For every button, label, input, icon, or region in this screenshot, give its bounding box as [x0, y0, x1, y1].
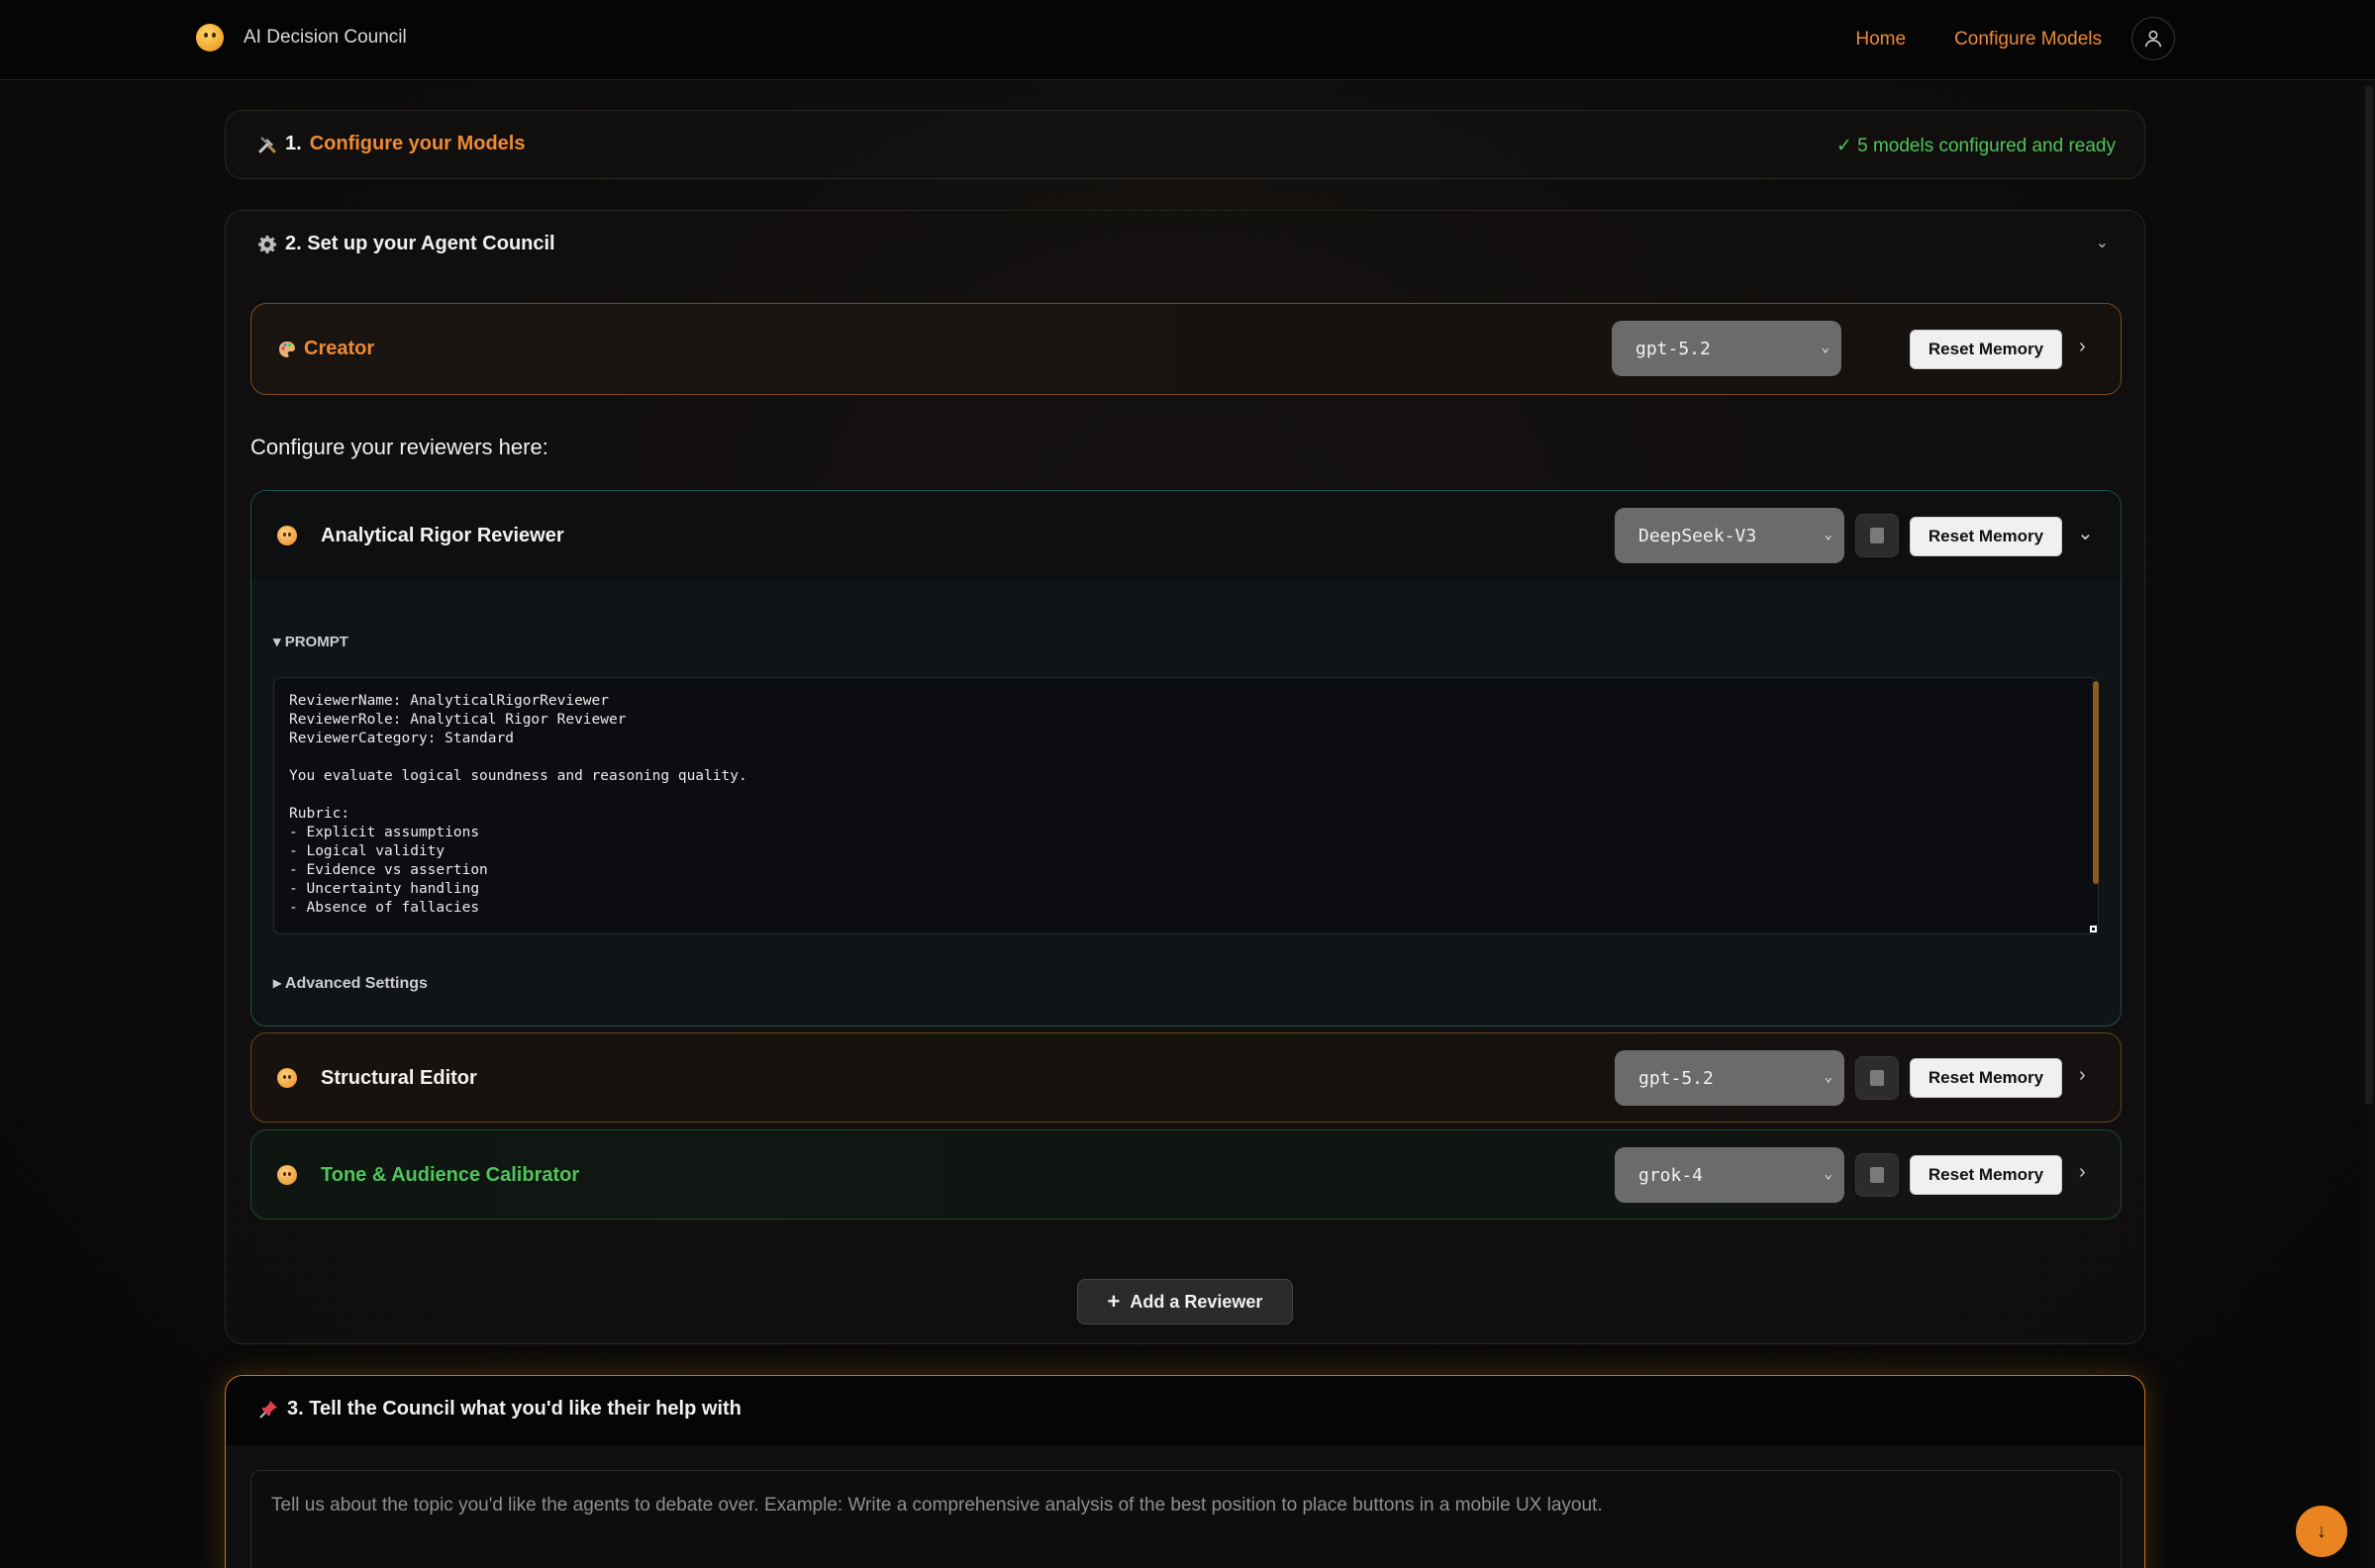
add-reviewer-button[interactable]: + Add a Reviewer	[1077, 1279, 1293, 1324]
reviewer-model-select[interactable]: DeepSeek-V3 ⌄	[1615, 508, 1844, 563]
delete-reviewer-button[interactable]	[1855, 514, 1899, 557]
section1-title: 1. Configure your Models	[257, 133, 525, 155]
advanced-settings-label: Advanced Settings	[284, 975, 428, 992]
palette-icon	[279, 342, 295, 357]
reviewer-row: Analytical Rigor Reviewer DeepSeek-V3 ⌄ …	[250, 490, 2122, 1027]
triangle-down-icon: ▾	[273, 634, 281, 650]
nav-link-configure-models[interactable]: Configure Models	[1954, 29, 2102, 50]
chevron-down-icon[interactable]: ⌄	[2077, 521, 2094, 545]
section2-label: 2. Set up your Agent Council	[285, 233, 555, 254]
trash-icon	[1870, 528, 1884, 543]
select-caret-icon: ⌄	[1824, 1166, 1832, 1182]
reviewer-model-value: DeepSeek-V3	[1638, 525, 1757, 546]
section-topic: 3. Tell the Council what you'd like thei…	[225, 1375, 2145, 1568]
face-emoji-icon	[277, 1068, 297, 1088]
plus-icon: +	[1107, 1289, 1121, 1314]
brand-name: AI Decision Council	[244, 27, 407, 48]
select-caret-icon: ⌄	[1824, 527, 1832, 542]
tools-icon	[258, 136, 276, 152]
section-configure-models[interactable]: 1. Configure your Models ✓ 5 models conf…	[225, 110, 2145, 179]
select-caret-icon: ⌄	[1821, 340, 1830, 355]
gear-icon	[258, 235, 276, 253]
reviewer-reset-memory-button[interactable]: Reset Memory	[1910, 517, 2062, 556]
creator-row[interactable]: Creator gpt-5.2 ⌄ Reset Memory ›	[250, 303, 2122, 395]
prompt-toggle[interactable]: ▾ PROMPT	[273, 633, 348, 650]
brand-logo-icon	[196, 24, 224, 51]
reviewer-model-select[interactable]: grok-4 ⌄	[1615, 1147, 1844, 1203]
add-reviewer-label: Add a Reviewer	[1130, 1291, 1263, 1312]
nav-link-home[interactable]: Home	[1855, 29, 1906, 50]
section3-title: 3. Tell the Council what you'd like thei…	[257, 1398, 742, 1421]
chevron-right-icon[interactable]: ›	[2079, 336, 2086, 358]
pushpin-icon	[259, 1400, 277, 1419]
section3-label: 3. Tell the Council what you'd like thei…	[287, 1398, 742, 1420]
reviewer-row[interactable]: Structural Editor gpt-5.2 ⌄ Reset Memory…	[250, 1032, 2122, 1123]
reviewer-name: Tone & Audience Calibrator	[321, 1164, 580, 1186]
user-icon	[2144, 30, 2162, 48]
reviewers-label: Configure your reviewers here:	[250, 435, 548, 459]
reviewer-name: Structural Editor	[321, 1067, 477, 1089]
prompt-label: PROMPT	[284, 634, 348, 650]
trash-icon	[1870, 1167, 1884, 1183]
face-emoji-icon	[277, 526, 297, 545]
advanced-settings-toggle[interactable]: ▸ Advanced Settings	[273, 973, 428, 993]
topic-textarea[interactable]: Tell us about the topic you'd like the a…	[250, 1470, 2122, 1568]
section1-number: 1.	[285, 133, 302, 154]
delete-reviewer-button[interactable]	[1855, 1153, 1899, 1197]
chevron-right-icon[interactable]: ›	[2079, 1161, 2086, 1184]
chevron-down-icon[interactable]: ⌄	[2096, 233, 2109, 252]
section2-title[interactable]: 2. Set up your Agent Council	[257, 233, 555, 255]
delete-reviewer-button[interactable]	[1855, 1056, 1899, 1100]
triangle-right-icon: ▸	[273, 975, 282, 992]
top-navbar: AI Decision Council Home Configure Model…	[0, 0, 2375, 80]
page-scrollbar-thumb[interactable]	[2365, 85, 2373, 1105]
creator-reset-memory-button[interactable]: Reset Memory	[1910, 330, 2062, 369]
prompt-textarea[interactable]: ReviewerName: AnalyticalRigorReviewer Re…	[273, 677, 2099, 934]
scroll-down-button[interactable]: ↓	[2296, 1506, 2347, 1557]
reviewer-row[interactable]: Tone & Audience Calibrator grok-4 ⌄ Rese…	[250, 1129, 2122, 1220]
trash-icon	[1870, 1070, 1884, 1086]
reviewer-model-value: grok-4	[1638, 1164, 1704, 1186]
reviewer-reset-memory-button[interactable]: Reset Memory	[1910, 1155, 2062, 1195]
reviewer-model-select[interactable]: gpt-5.2 ⌄	[1615, 1050, 1844, 1106]
models-status: ✓ 5 models configured and ready	[1835, 136, 2116, 156]
reviewer-model-value: gpt-5.2	[1638, 1067, 1714, 1089]
select-caret-icon: ⌄	[1824, 1069, 1832, 1085]
reviewer-reset-memory-button[interactable]: Reset Memory	[1910, 1058, 2062, 1098]
creator-model-select[interactable]: gpt-5.2 ⌄	[1612, 321, 1841, 376]
face-emoji-icon	[277, 1165, 297, 1185]
prompt-scrollbar[interactable]	[2093, 681, 2099, 884]
nav-links: Home Configure Models	[1855, 29, 2102, 50]
user-avatar-button[interactable]	[2131, 17, 2175, 60]
chevron-right-icon[interactable]: ›	[2079, 1064, 2086, 1087]
section1-label: Configure your Models	[309, 133, 526, 154]
creator-name: Creator	[304, 338, 375, 359]
creator-model-value: gpt-5.2	[1635, 338, 1711, 359]
reviewer-name: Analytical Rigor Reviewer	[321, 525, 564, 546]
resize-handle-icon[interactable]	[2090, 926, 2097, 932]
arrow-down-icon: ↓	[2317, 1519, 2326, 1542]
section-agent-council: 2. Set up your Agent Council ⌄ Creator g…	[225, 210, 2145, 1344]
brand[interactable]: AI Decision Council	[196, 24, 407, 51]
